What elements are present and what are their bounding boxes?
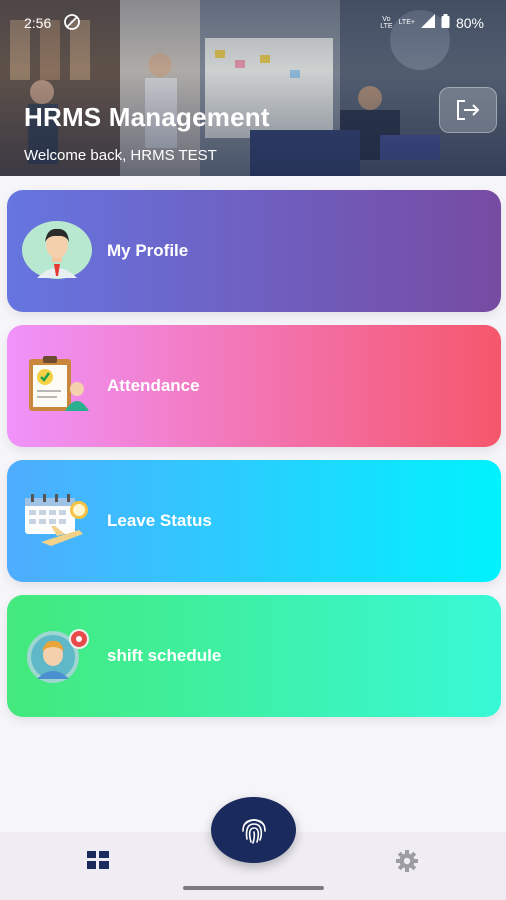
logout-icon (457, 100, 480, 120)
leave-status-card[interactable]: Leave Status (7, 460, 501, 582)
shift-schedule-label: shift schedule (107, 646, 222, 665)
signal-icon (420, 14, 435, 31)
attendance-label: Attendance (107, 376, 200, 395)
shift-schedule-card[interactable]: shift schedule (7, 595, 501, 717)
attendance-card[interactable]: Attendance (7, 325, 501, 447)
my-profile-label: My Profile (107, 241, 189, 260)
logout-button[interactable] (439, 87, 497, 133)
fingerprint-icon (241, 819, 266, 844)
home-indicator[interactable] (183, 886, 324, 890)
calendar-plane-icon (21, 484, 93, 556)
welcome-text: Welcome back, HRMS TEST (24, 147, 217, 164)
eye-off-icon (64, 14, 80, 33)
page-title: HRMS Management (24, 102, 270, 132)
my-profile-card[interactable]: My Profile (7, 190, 501, 312)
status-indicators: Vo LTE LTE+ 80% (380, 14, 484, 31)
volte-indicator: Vo LTE (380, 15, 393, 30)
clipboard-checklist-icon (21, 349, 93, 421)
gear-icon[interactable] (395, 849, 421, 875)
battery-percent: 80% (455, 14, 484, 31)
dashboard-grid-icon[interactable] (86, 850, 112, 876)
battery-icon (441, 14, 450, 31)
header-banner: 2:56 Vo LTE LTE+ 80% HRMS Management Wel… (0, 0, 506, 176)
worker-gear-icon (21, 619, 93, 691)
status-bar: 2:56 Vo LTE LTE+ 80% (0, 0, 506, 46)
user-avatar-icon (21, 214, 93, 286)
leave-status-label: Leave Status (107, 511, 212, 530)
lte-indicator: LTE+ (398, 19, 415, 26)
status-time: 2:56 (24, 15, 52, 31)
fingerprint-button[interactable] (211, 797, 296, 863)
